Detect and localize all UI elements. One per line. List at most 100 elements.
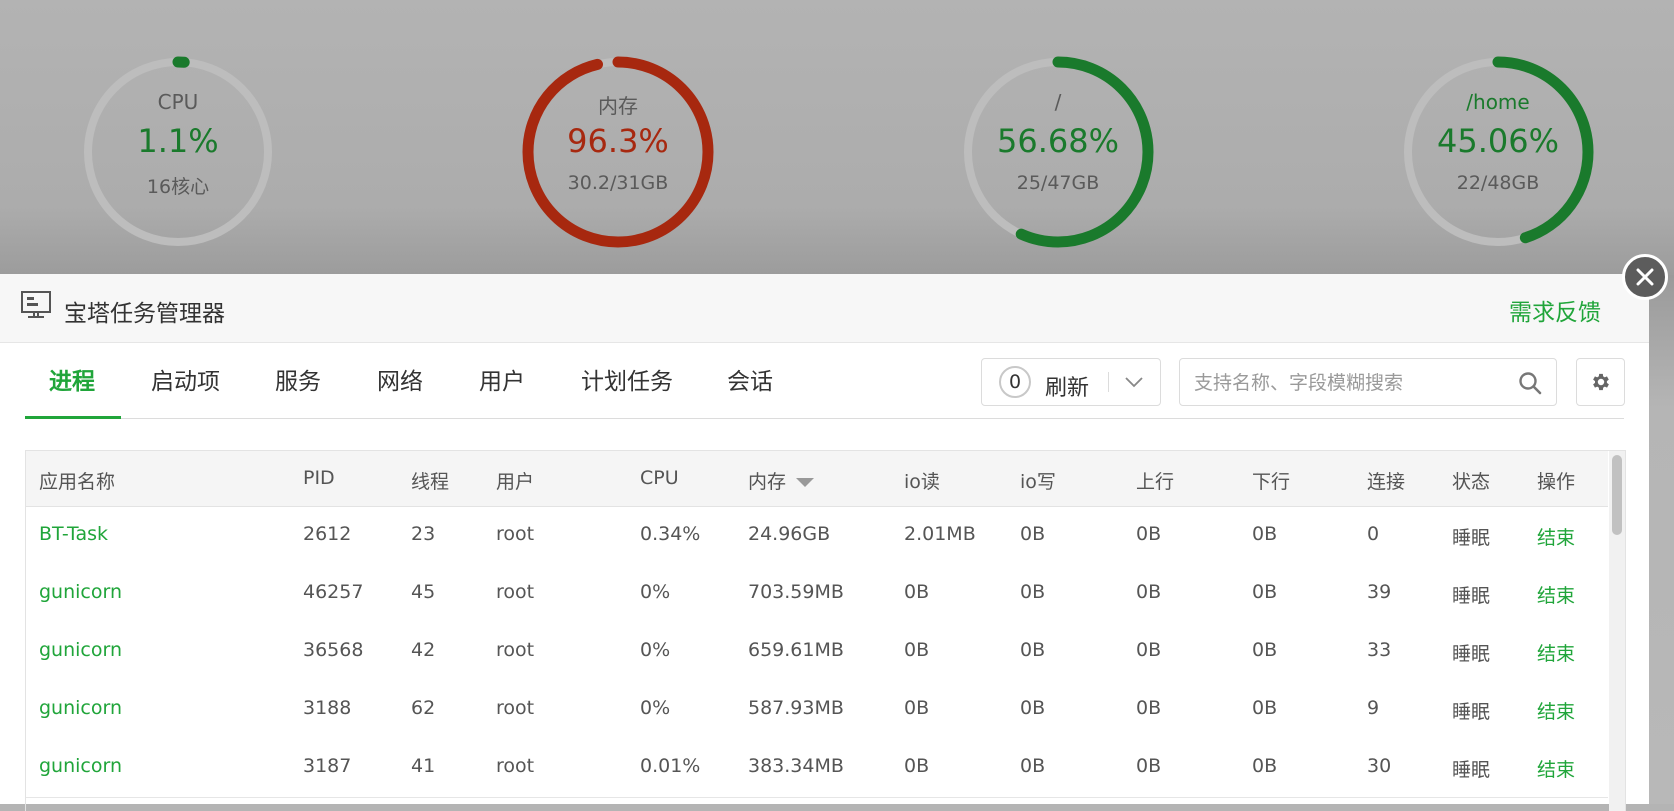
cell-io-read: 0B	[904, 639, 930, 661]
kill-process-button[interactable]: 结束	[1537, 755, 1575, 782]
cell-connections: 30	[1367, 755, 1392, 777]
col-connections[interactable]: 连接	[1367, 467, 1405, 494]
process-name-link[interactable]: gunicorn	[39, 697, 122, 719]
table-scrollbar[interactable]	[1609, 451, 1625, 811]
scrollbar-thumb[interactable]	[1612, 455, 1622, 535]
refresh-label: 刷新	[1045, 376, 1090, 401]
gauge-disk-home[interactable]: /home 45.06% 22/48GB	[1398, 52, 1598, 252]
col-threads[interactable]: 线程	[411, 467, 449, 494]
cell-io-read: 0B	[904, 755, 930, 777]
search-input[interactable]	[1192, 367, 1506, 399]
cell-status: 睡眠	[1452, 585, 1491, 607]
sort-desc-icon[interactable]	[796, 478, 815, 487]
table-row[interactable]: gunicorn 3188 62 root 0% 587.93MB 0B 0B 0B 0B 9 睡眠 结…	[26, 681, 1608, 740]
cell-io-read: 0B	[904, 697, 930, 719]
cell-cpu: 0.01%	[640, 755, 701, 777]
tab-startup[interactable]: 启动项	[151, 362, 220, 396]
col-user[interactable]: 用户	[496, 467, 534, 494]
cell-io-write: 0B	[1020, 755, 1046, 777]
tab-sessions[interactable]: 会话	[727, 362, 773, 396]
tab-scheduled-tasks[interactable]: 计划任务	[581, 362, 673, 396]
cell-threads: 45	[411, 581, 436, 603]
cell-status: 睡眠	[1452, 701, 1491, 723]
table-row[interactable]: gunicorn 3187 41 root 0.01% 383.34MB 0B 0B 0B 0B 3…	[26, 739, 1608, 798]
gauge-percent: 96.3%	[567, 122, 669, 160]
col-upload[interactable]: 上行	[1136, 467, 1174, 494]
cell-cpu: 0%	[640, 697, 671, 719]
modal-title: 宝塔任务管理器	[64, 301, 225, 327]
col-memory-label: 内存	[748, 471, 787, 493]
tab-processes[interactable]: 进程	[49, 362, 95, 396]
tab-users[interactable]: 用户	[479, 362, 525, 396]
refresh-separator	[1108, 372, 1109, 392]
gauge-cpu[interactable]: CPU 1.1% 16核心	[78, 52, 278, 252]
cell-status: 睡眠	[1452, 759, 1491, 781]
cell-user: root	[496, 523, 535, 545]
search-icon[interactable]	[1518, 371, 1542, 395]
col-actions: 操作	[1537, 471, 1576, 493]
cell-upload: 0B	[1136, 755, 1162, 777]
cell-user: root	[496, 755, 535, 777]
process-name-link[interactable]: gunicorn	[39, 755, 122, 777]
cell-cpu: 0%	[640, 639, 671, 661]
cell-user: root	[496, 581, 535, 603]
col-io-read[interactable]: io读	[904, 467, 940, 494]
table-header: 应用名称 PID 线程 用户 CPU 内存 io读 io写 上行 下行 连接 状…	[26, 451, 1608, 507]
gauge-disk-root[interactable]: / 56.68% 25/47GB	[958, 52, 1158, 252]
settings-button[interactable]	[1576, 358, 1625, 406]
process-table: 应用名称 PID 线程 用户 CPU 内存 io读 io写 上行 下行 连接 状…	[25, 450, 1626, 811]
cell-upload: 0B	[1136, 523, 1162, 545]
cell-download: 0B	[1252, 639, 1278, 661]
chevron-down-icon[interactable]	[1124, 375, 1144, 389]
col-cpu[interactable]: CPU	[640, 467, 679, 489]
cell-user: root	[496, 697, 535, 719]
kill-process-button[interactable]: 结束	[1537, 581, 1575, 608]
dashboard-overview: CPU 1.1% 16核心 内存 96.3% 30.2/31GB / 56.68…	[0, 0, 1674, 275]
table-row[interactable]: gunicorn 36568 42 root 0% 659.61MB 0B 0B 0B 0B 33 睡…	[26, 623, 1608, 682]
cell-connections: 0	[1367, 523, 1380, 545]
refresh-button[interactable]: 0 刷新	[981, 358, 1161, 406]
col-io-write[interactable]: io写	[1020, 467, 1056, 494]
modal-header: 宝塔任务管理器 需求反馈	[0, 274, 1649, 343]
gear-icon	[1593, 373, 1609, 391]
process-name-link[interactable]: BT-Task	[39, 523, 108, 545]
cell-memory: 659.61MB	[748, 639, 844, 661]
search-box	[1179, 358, 1557, 406]
cell-io-read: 0B	[904, 581, 930, 603]
col-memory[interactable]: 内存	[748, 467, 815, 494]
gauge-memory[interactable]: 内存 96.3% 30.2/31GB	[518, 52, 718, 252]
cell-pid: 3188	[303, 697, 352, 719]
cell-io-read: 2.01MB	[904, 523, 976, 545]
cell-memory: 24.96GB	[748, 523, 831, 545]
cell-memory: 587.93MB	[748, 697, 844, 719]
cell-io-write: 0B	[1020, 523, 1046, 545]
cell-pid: 46257	[303, 581, 364, 603]
table-row[interactable]: gunicorn 46257 45 root 0% 703.59MB 0B 0B 0B 0B 39 睡…	[26, 565, 1608, 624]
close-button[interactable]	[1622, 254, 1668, 300]
cell-memory: 703.59MB	[748, 581, 844, 603]
gauge-detail: 16核心	[146, 176, 210, 198]
col-status: 状态	[1452, 471, 1491, 493]
col-pid[interactable]: PID	[303, 467, 335, 489]
process-name-link[interactable]: gunicorn	[39, 581, 122, 603]
close-icon	[1636, 268, 1654, 286]
kill-process-button[interactable]: 结束	[1537, 523, 1575, 550]
gauge-detail: 25/47GB	[1016, 172, 1100, 194]
gauge-label: CPU	[157, 90, 199, 114]
tab-services[interactable]: 服务	[275, 362, 321, 396]
gauge-percent: 45.06%	[1436, 122, 1559, 160]
gauge-detail: 30.2/31GB	[567, 172, 669, 194]
tab-network[interactable]: 网络	[377, 362, 423, 396]
table-row[interactable]: BT-Task 2612 23 root 0.34% 24.96GB 2.01MB 0B 0B 0…	[26, 507, 1608, 566]
cell-cpu: 0.34%	[640, 523, 701, 545]
kill-process-button[interactable]: 结束	[1537, 697, 1575, 724]
task-manager-modal: 宝塔任务管理器 需求反馈 进程 启动项 服务 网络 用户 计划任务 会话 0 刷…	[0, 274, 1649, 811]
cell-upload: 0B	[1136, 581, 1162, 603]
feedback-link[interactable]: 需求反馈	[1509, 293, 1601, 327]
cell-pid: 36568	[303, 639, 364, 661]
col-download[interactable]: 下行	[1252, 467, 1290, 494]
process-name-link[interactable]: gunicorn	[39, 639, 122, 661]
col-app-name[interactable]: 应用名称	[39, 467, 115, 494]
kill-process-button[interactable]: 结束	[1537, 639, 1575, 666]
cell-connections: 39	[1367, 581, 1392, 603]
